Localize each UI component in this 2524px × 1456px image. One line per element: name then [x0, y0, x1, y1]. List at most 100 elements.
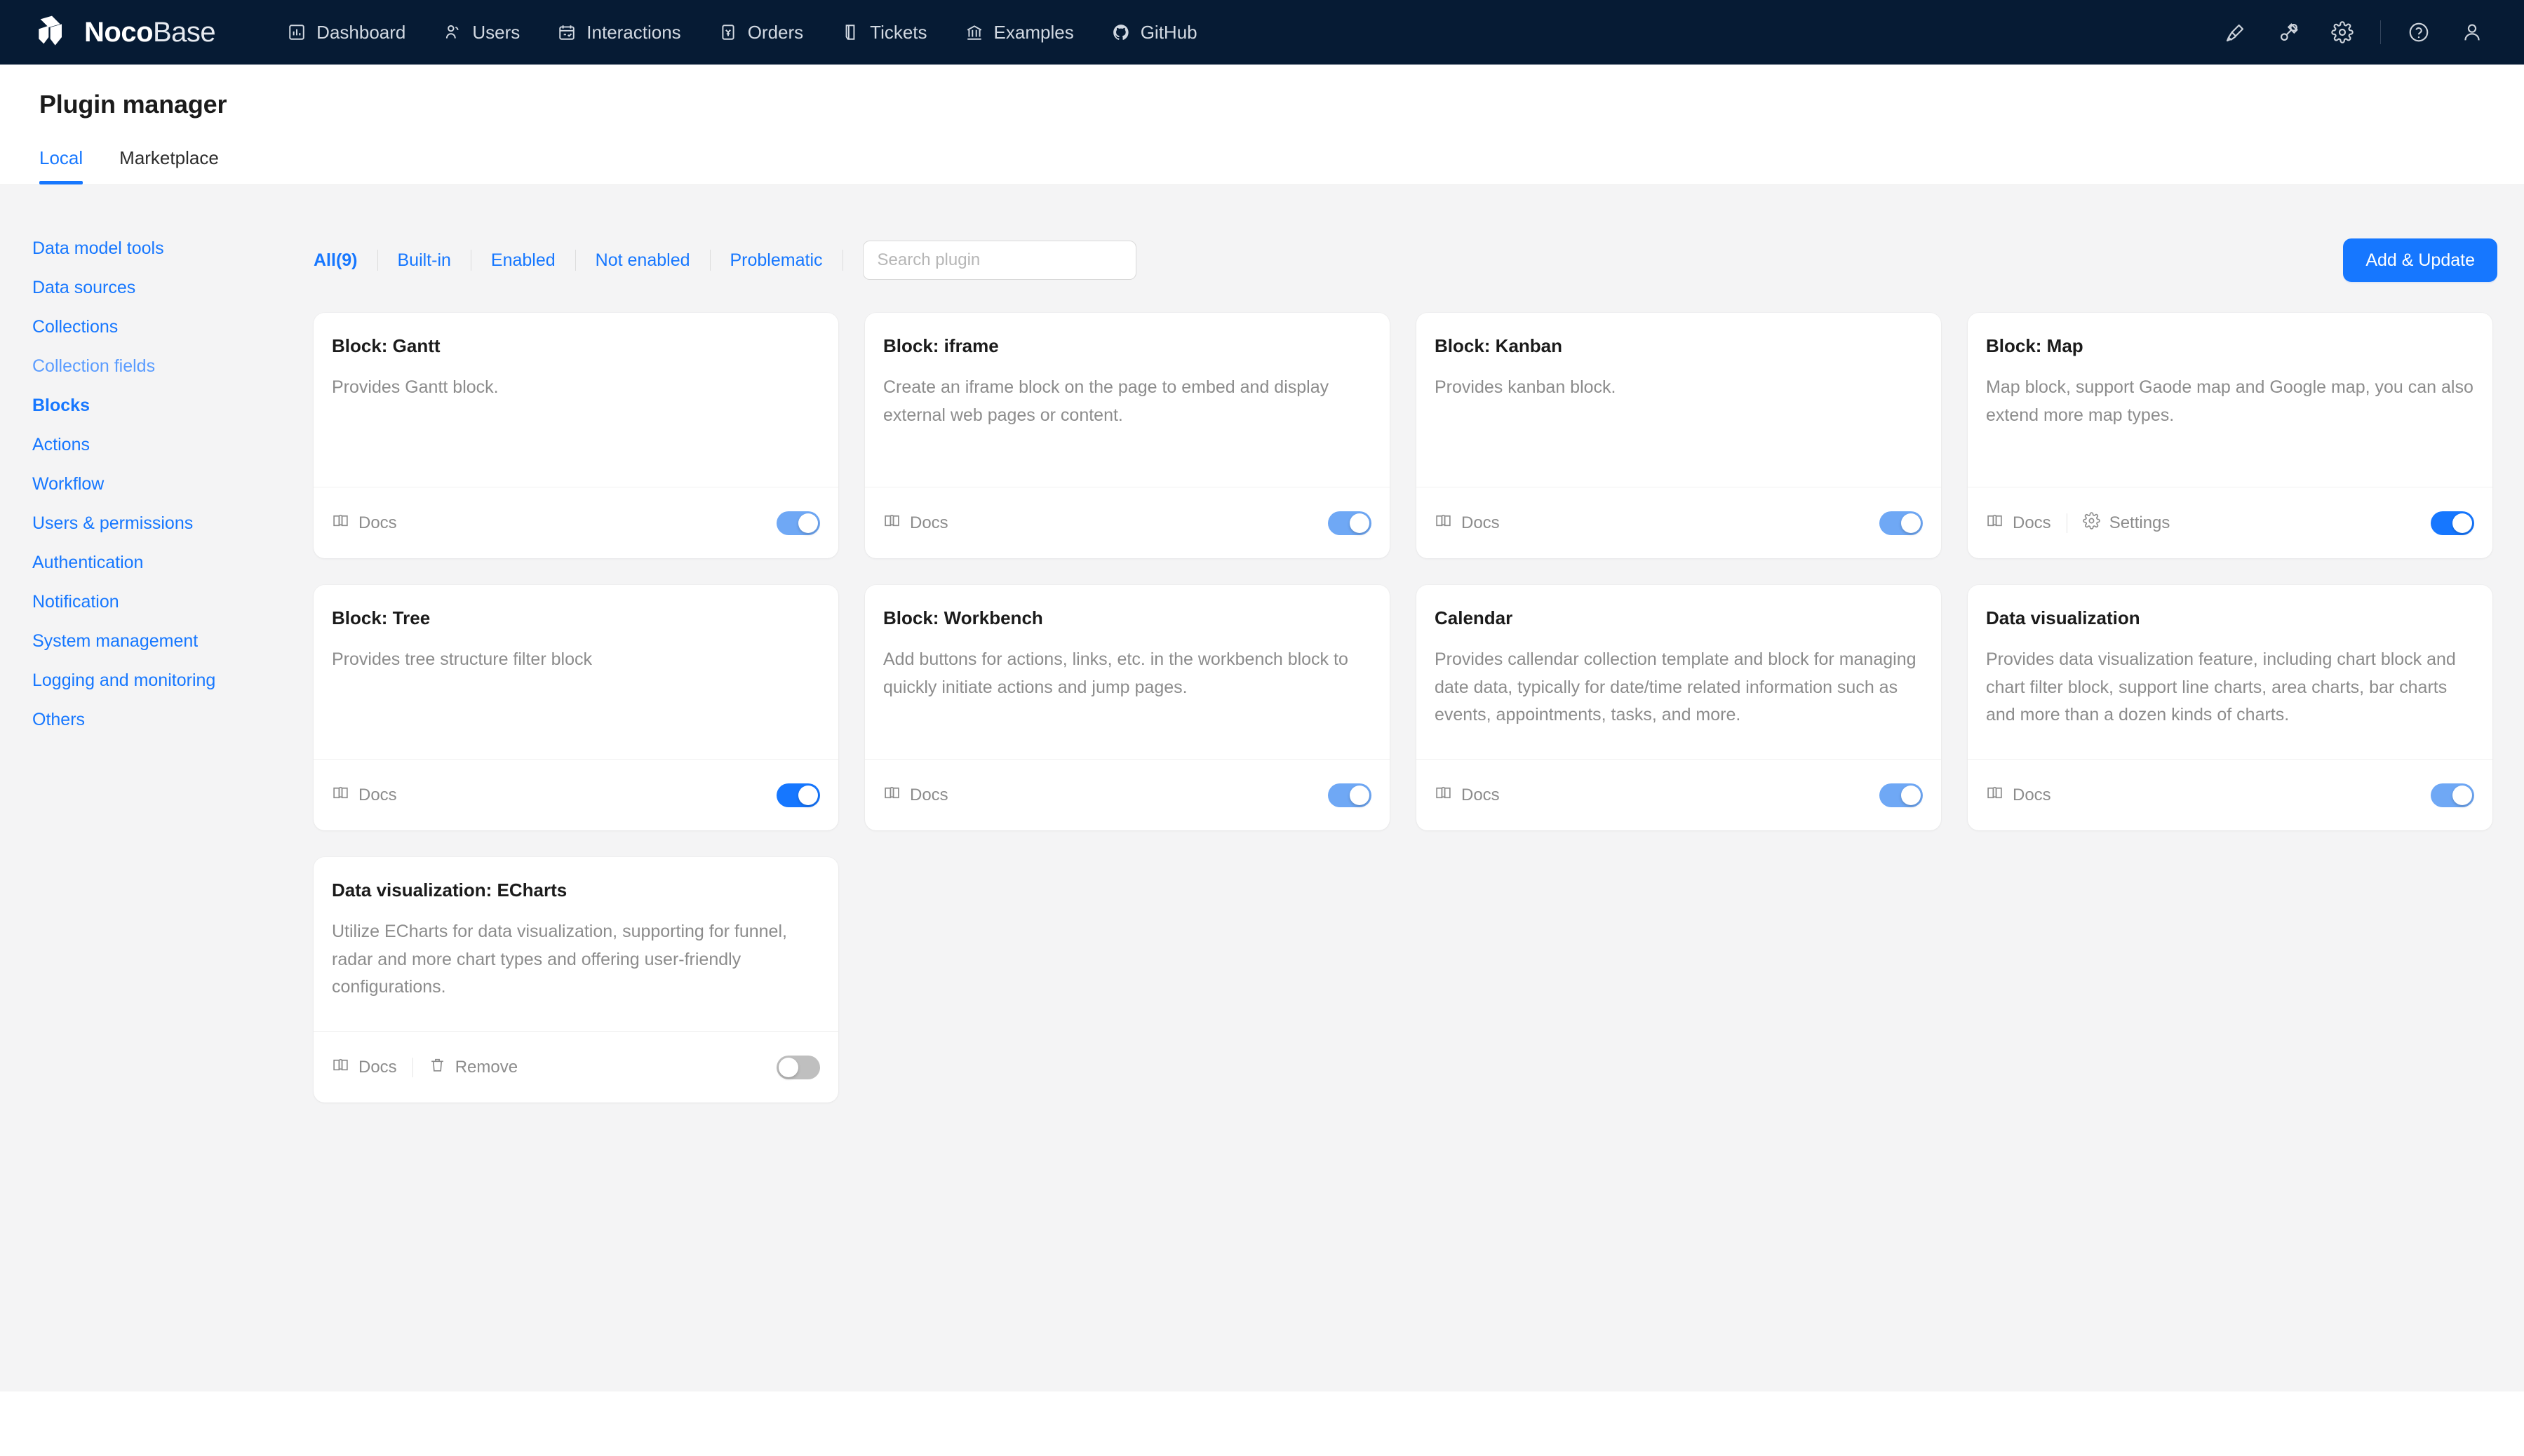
top-navigation-bar: NocoBase Dashboard Users Interactions Or…: [0, 0, 2524, 65]
plugin-card-footer: Docs: [865, 487, 1390, 558]
page-header: Plugin manager Local Marketplace: [0, 65, 2524, 184]
help-circle-icon[interactable]: [2392, 0, 2445, 65]
plugin-title: Block: Map: [1986, 335, 2083, 356]
filter-enabled[interactable]: Enabled: [471, 250, 575, 271]
plugin-enable-toggle[interactable]: [1879, 783, 1923, 807]
docs-label: Docs: [358, 1057, 397, 1077]
filter-all[interactable]: All(9): [314, 250, 377, 271]
plugin-footer-actions: Docs: [883, 784, 948, 807]
add-update-button[interactable]: Add & Update: [2343, 238, 2497, 282]
toggle-knob: [1901, 513, 1921, 533]
highlighter-icon[interactable]: [2209, 0, 2262, 65]
plugin-enable-toggle[interactable]: [2431, 783, 2474, 807]
docs-link[interactable]: Docs: [332, 784, 397, 807]
bar-chart-icon: [288, 23, 306, 41]
nav-item-github[interactable]: GitHub: [1093, 0, 1216, 65]
page-tabs: Local Marketplace: [39, 147, 2485, 184]
plugin-title: Data visualization: ECharts: [332, 879, 568, 901]
sidebar-item-users-permissions[interactable]: Users & permissions: [32, 515, 314, 532]
plugin-footer-actions: Docs: [1986, 784, 2051, 807]
nocobase-logo-icon: [32, 13, 72, 52]
toggle-knob: [2452, 513, 2472, 533]
plugin-enable-toggle[interactable]: [1879, 511, 1923, 535]
user-avatar-icon[interactable]: [2445, 0, 2499, 65]
filter-not-enabled[interactable]: Not enabled: [576, 250, 710, 271]
plugin-card: Block: Workbench Add buttons for actions…: [865, 585, 1390, 830]
sidebar-item-notification[interactable]: Notification: [32, 593, 314, 611]
sidebar-item-blocks[interactable]: Blocks: [32, 397, 314, 414]
bank-icon: [965, 23, 984, 41]
docs-link[interactable]: Docs: [332, 512, 397, 534]
plugin-enable-toggle[interactable]: [1328, 511, 1371, 535]
plugin-footer-actions: Docs: [1435, 512, 1500, 534]
plugin-enable-toggle[interactable]: [1328, 783, 1371, 807]
docs-link[interactable]: Docs: [1986, 512, 2051, 534]
filter-group: All(9) Built-in Enabled Not enabled Prob…: [314, 250, 843, 271]
docs-label: Docs: [1461, 513, 1500, 532]
sidebar-item-data-model-tools[interactable]: Data model tools: [32, 240, 314, 257]
nav-item-dashboard[interactable]: Dashboard: [269, 0, 424, 65]
plugin-card: Block: iframe Create an iframe block on …: [865, 313, 1390, 558]
search-input[interactable]: [862, 241, 1136, 280]
plugin-enable-toggle[interactable]: [2431, 511, 2474, 535]
book-icon: [1986, 512, 2003, 534]
book-icon: [1435, 512, 1452, 534]
plugin-icon[interactable]: [2262, 0, 2316, 65]
plugins-toolbar: All(9) Built-in Enabled Not enabled Prob…: [314, 185, 2497, 282]
brand-text-light: Base: [153, 16, 216, 48]
plugin-card: Block: Map Map block, support Gaode map …: [1968, 313, 2492, 558]
book-icon: [332, 512, 349, 534]
docs-label: Docs: [358, 785, 397, 804]
sidebar-item-actions[interactable]: Actions: [32, 436, 314, 454]
plugin-footer-actions: Docs: [1435, 784, 1500, 807]
plugin-enable-toggle[interactable]: [777, 1055, 820, 1079]
plugin-card: Block: Gantt Provides Gantt block. Docs: [314, 313, 838, 558]
sidebar-item-data-sources[interactable]: Data sources: [32, 279, 314, 297]
plugin-description: Map block, support Gaode map and Google …: [1986, 377, 2473, 425]
nav-item-interactions[interactable]: Interactions: [539, 0, 699, 65]
plugin-description: Provides tree structure filter block: [332, 649, 592, 669]
docs-link[interactable]: Docs: [1435, 512, 1500, 534]
sidebar-item-collections[interactable]: Collections: [32, 318, 314, 336]
nav-item-orders[interactable]: Orders: [700, 0, 822, 65]
content-area: Data model tools Data sources Collection…: [0, 185, 2524, 1391]
settings-link[interactable]: Settings: [2082, 511, 2170, 534]
plugin-enable-toggle[interactable]: [777, 511, 820, 535]
plugin-card-footer: Docs: [1416, 759, 1941, 830]
plugin-footer-actions: Docs: [883, 512, 948, 534]
sidebar-item-authentication[interactable]: Authentication: [32, 554, 314, 572]
sidebar-item-system-management[interactable]: System management: [32, 633, 314, 650]
nav-item-examples[interactable]: Examples: [946, 0, 1093, 65]
docs-link[interactable]: Docs: [332, 1056, 397, 1079]
tab-local[interactable]: Local: [39, 147, 83, 184]
docs-link[interactable]: Docs: [883, 784, 948, 807]
sidebar-item-logging-and-monitoring[interactable]: Logging and monitoring: [32, 672, 314, 689]
plugin-card-footer: Docs: [314, 759, 838, 830]
remove-link[interactable]: Remove: [429, 1056, 518, 1079]
toggle-knob: [1350, 513, 1369, 533]
filter-problematic[interactable]: Problematic: [711, 250, 843, 271]
nav-item-label: GitHub: [1140, 21, 1197, 43]
brand-logo-area[interactable]: NocoBase: [32, 13, 216, 52]
nav-item-label: Interactions: [586, 21, 681, 43]
docs-link[interactable]: Docs: [883, 512, 948, 534]
docs-label: Docs: [2013, 785, 2051, 804]
docs-link[interactable]: Docs: [1435, 784, 1500, 807]
nav-item-users[interactable]: Users: [424, 0, 539, 65]
sidebar-item-collection-fields[interactable]: Collection fields: [32, 358, 314, 375]
page-title: Plugin manager: [39, 90, 227, 119]
gear-icon[interactable]: [2316, 0, 2369, 65]
plugin-description: Provides data visualization feature, inc…: [1986, 649, 2456, 724]
tab-marketplace[interactable]: Marketplace: [119, 147, 219, 184]
plugin-card: Block: Tree Provides tree structure filt…: [314, 585, 838, 830]
filter-built-in[interactable]: Built-in: [378, 250, 471, 271]
docs-link[interactable]: Docs: [1986, 784, 2051, 807]
sidebar-item-others[interactable]: Others: [32, 711, 314, 729]
nav-divider: [2380, 20, 2381, 44]
calendar-check-icon: [558, 23, 576, 41]
plugin-footer-actions: Docs Remove: [332, 1056, 518, 1079]
sidebar-item-workflow[interactable]: Workflow: [32, 476, 314, 493]
plugin-enable-toggle[interactable]: [777, 783, 820, 807]
nav-item-tickets[interactable]: Tickets: [822, 0, 946, 65]
plugin-card-body: Block: Workbench Add buttons for actions…: [865, 585, 1390, 759]
